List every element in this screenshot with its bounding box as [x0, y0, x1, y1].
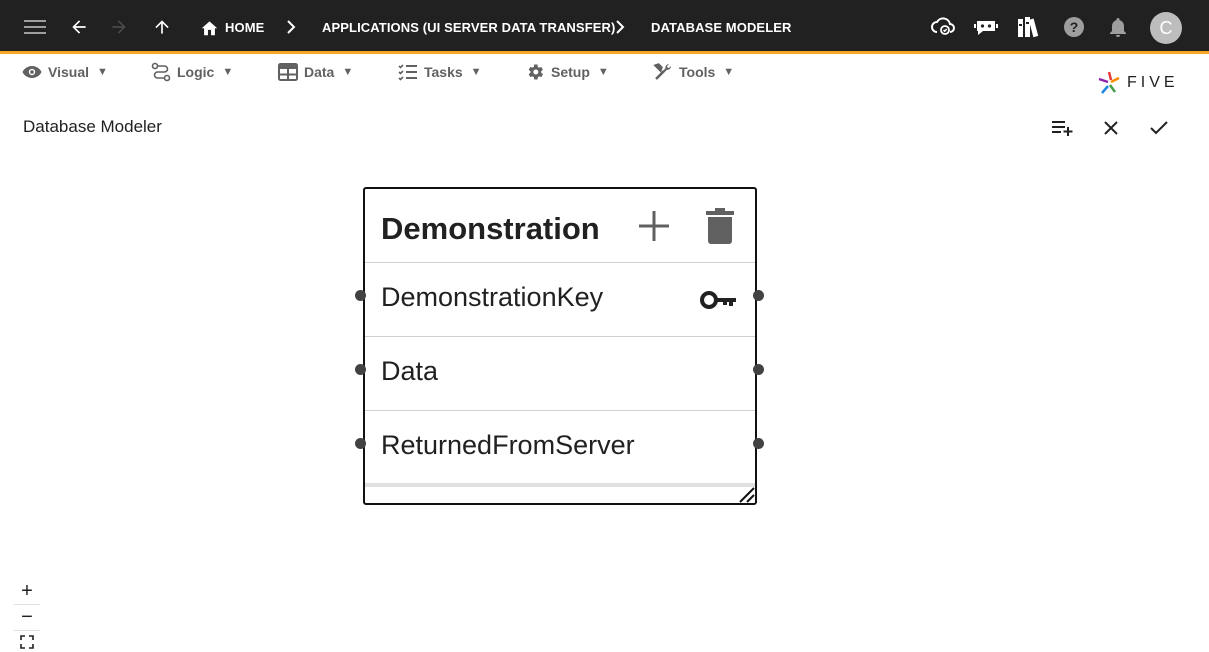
- trash-icon: [706, 208, 734, 244]
- resize-handle-icon[interactable]: [737, 485, 755, 503]
- primary-key-icon: [700, 289, 738, 316]
- help-icon[interactable]: ?: [1062, 0, 1086, 54]
- save-button[interactable]: [1145, 114, 1173, 142]
- menu-data[interactable]: Data ▼: [278, 60, 353, 84]
- forward-arrow-icon[interactable]: [107, 0, 131, 54]
- field-row[interactable]: ReturnedFromServer: [365, 411, 755, 485]
- up-arrow-icon[interactable]: [150, 0, 174, 54]
- field-name: ReturnedFromServer: [381, 430, 635, 460]
- menu-tools[interactable]: Tools ▼: [653, 60, 734, 84]
- home-icon[interactable]: [199, 0, 219, 54]
- chevron-right-icon: [615, 0, 625, 54]
- connector-dot[interactable]: [753, 290, 764, 301]
- breadcrumb-applications[interactable]: APPLICATIONS (UI SERVER DATA TRANSFER): [322, 0, 615, 54]
- eye-icon: [22, 66, 42, 78]
- caret-down-icon: ▼: [342, 66, 354, 78]
- connector-dot[interactable]: [753, 438, 764, 449]
- library-books-icon[interactable]: [1016, 0, 1042, 54]
- connector-dot[interactable]: [355, 438, 366, 449]
- entity-title: Demonstration: [381, 211, 600, 246]
- back-arrow-icon[interactable]: [67, 0, 91, 54]
- gear-icon: [528, 64, 543, 80]
- menu-visual-label: Visual: [48, 64, 89, 80]
- menu-data-label: Data: [304, 64, 335, 80]
- entity-header: Demonstration: [365, 189, 755, 263]
- logic-icon: [151, 62, 171, 82]
- menu-tasks-label: Tasks: [424, 64, 463, 80]
- five-logo-mark-icon: [1098, 71, 1120, 94]
- table-icon: [278, 63, 298, 81]
- close-icon: [1104, 121, 1118, 135]
- notification-bell-icon[interactable]: [1107, 0, 1129, 54]
- chat-bot-icon[interactable]: [973, 0, 999, 54]
- connector-dot[interactable]: [753, 364, 764, 375]
- menu-tools-label: Tools: [679, 64, 716, 80]
- field-row[interactable]: Data: [365, 337, 755, 411]
- menu-visual[interactable]: Visual ▼: [22, 60, 108, 84]
- breadcrumb-database-modeler[interactable]: DATABASE MODELER: [651, 0, 792, 54]
- menu-setup-label: Setup: [551, 64, 590, 80]
- zoom-out-button[interactable]: −: [14, 605, 40, 631]
- entity-card[interactable]: Demonstration DemonstrationKey Data Retu…: [363, 187, 757, 505]
- five-logo: FIVE: [1097, 70, 1179, 96]
- connector-dot[interactable]: [355, 364, 366, 375]
- field-name: Data: [381, 356, 439, 386]
- breadcrumb-home[interactable]: HOME: [225, 0, 264, 54]
- zoom-in-button[interactable]: +: [14, 579, 40, 605]
- caret-down-icon: ▼: [97, 66, 108, 78]
- five-logo-text: FIVE: [1127, 74, 1179, 91]
- add-table-button[interactable]: [1049, 114, 1077, 142]
- chevron-right-icon: [286, 0, 296, 54]
- page-title: Database Modeler: [23, 117, 162, 136]
- check-icon: [1150, 121, 1168, 135]
- caret-down-icon: ▼: [470, 66, 482, 78]
- cancel-button[interactable]: [1097, 114, 1125, 142]
- menu-setup[interactable]: Setup ▼: [525, 60, 609, 84]
- caret-down-icon: ▼: [222, 66, 234, 78]
- caret-down-icon: ▼: [597, 66, 609, 78]
- checklist-icon: [398, 64, 417, 81]
- playlist-add-icon: [1052, 121, 1073, 136]
- field-name: DemonstrationKey: [381, 282, 604, 312]
- tools-icon: [653, 63, 672, 80]
- fit-view-button[interactable]: [14, 632, 40, 652]
- menu-logic-label: Logic: [177, 64, 215, 80]
- entity-footer-divider: [365, 483, 755, 487]
- user-avatar[interactable]: C: [1150, 12, 1182, 44]
- top-app-bar: HOME APPLICATIONS (UI SERVER DATA TRANSF…: [0, 0, 1209, 54]
- fit-view-icon: [20, 635, 34, 649]
- hamburger-menu-icon[interactable]: [22, 0, 48, 54]
- add-field-button[interactable]: [637, 209, 671, 243]
- caret-down-icon: ▼: [723, 66, 735, 78]
- connector-dot[interactable]: [355, 290, 366, 301]
- menu-logic[interactable]: Logic ▼: [151, 60, 233, 84]
- cloud-sync-icon[interactable]: [930, 0, 956, 54]
- svg-text:?: ?: [1070, 19, 1079, 35]
- field-row[interactable]: DemonstrationKey: [365, 263, 755, 337]
- menu-tasks[interactable]: Tasks ▼: [398, 60, 482, 84]
- delete-table-button[interactable]: [705, 207, 735, 245]
- plus-icon: [639, 211, 669, 241]
